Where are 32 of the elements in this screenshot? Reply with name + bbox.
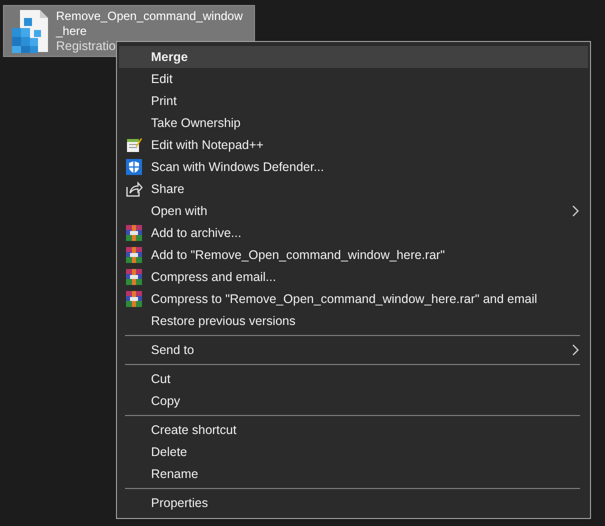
menu-item[interactable]: Scan with Windows Defender... xyxy=(119,156,588,178)
menu-item[interactable]: Edit xyxy=(119,68,588,90)
menu-item[interactable]: Share xyxy=(119,178,588,200)
notepad-icon xyxy=(125,136,143,154)
archive-icon xyxy=(125,246,143,264)
file-type: Registratio xyxy=(56,39,117,54)
menu-item[interactable]: Copy xyxy=(119,390,588,412)
archive-icon xyxy=(125,268,143,286)
menu-item[interactable]: Compress and email... xyxy=(119,266,588,288)
menu-item[interactable]: Edit with Notepad++ xyxy=(119,134,588,156)
menu-item[interactable]: Properties xyxy=(119,492,588,514)
menu-item[interactable]: Add to archive... xyxy=(119,222,588,244)
archive-icon xyxy=(125,224,143,242)
menu-item[interactable]: Add to "Remove_Open_command_window_here.rar" xyxy=(119,244,588,266)
menu-item[interactable]: Send to xyxy=(119,339,588,361)
menu-item[interactable]: Delete xyxy=(119,441,588,463)
shield-icon xyxy=(125,158,143,176)
chevron-right-icon xyxy=(572,344,580,356)
menu-item[interactable]: Rename xyxy=(119,463,588,485)
menu-item[interactable]: Print xyxy=(119,90,588,112)
menu-item[interactable]: Compress to "Remove_Open_command_window_here.rar" and email xyxy=(119,288,588,310)
archive-icon xyxy=(125,290,143,308)
file-name: _here xyxy=(56,24,88,39)
menu-item[interactable]: Open with xyxy=(119,200,588,222)
menu-item[interactable]: Cut xyxy=(119,368,588,390)
menu-item[interactable]: Take Ownership xyxy=(119,112,588,134)
file-name: Remove_Open_command_window xyxy=(56,9,243,24)
share-icon xyxy=(125,180,143,198)
menu-item[interactable]: Merge xyxy=(119,46,588,68)
menu-item[interactable]: Restore previous versions xyxy=(119,310,588,332)
chevron-right-icon xyxy=(572,205,580,217)
menu-item[interactable]: Create shortcut xyxy=(119,419,588,441)
